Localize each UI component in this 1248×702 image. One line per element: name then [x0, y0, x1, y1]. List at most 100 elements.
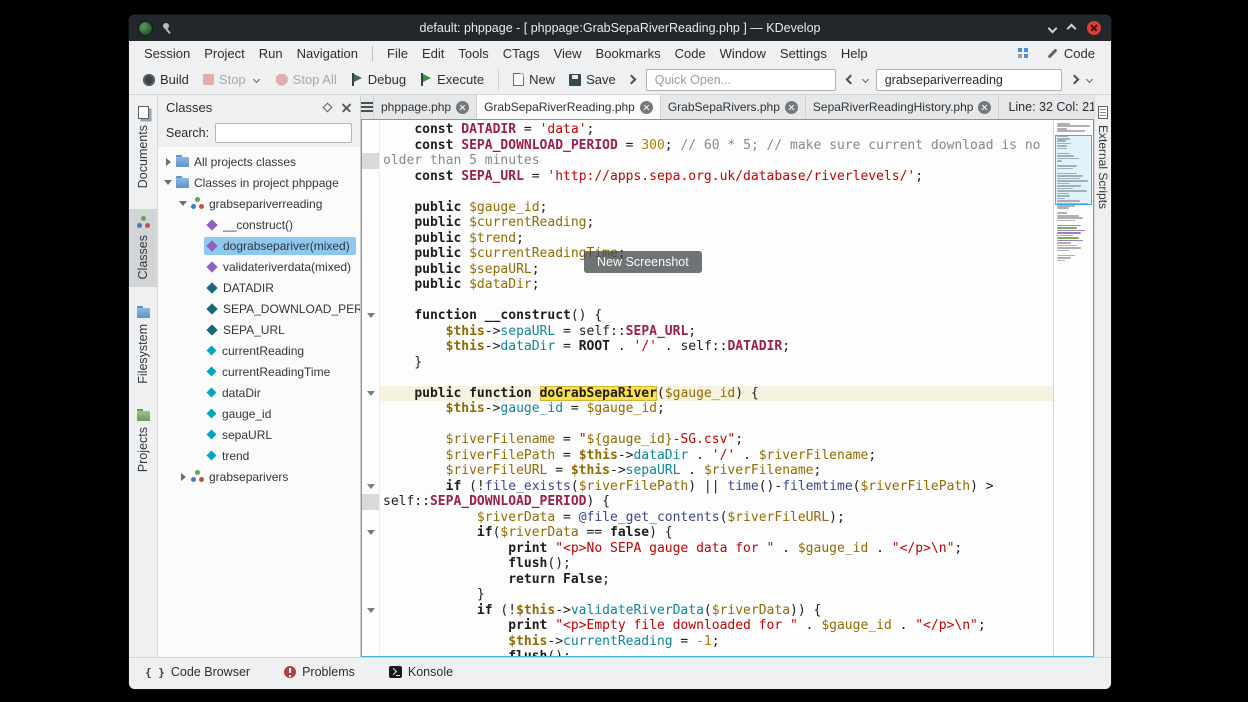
save-button[interactable]: Save [563, 69, 622, 90]
code-line[interactable]: return False; [380, 572, 1053, 588]
menu-bookmarks[interactable]: Bookmarks [589, 43, 668, 64]
stop-all-button[interactable]: Stop All [270, 69, 343, 90]
execute-button[interactable]: Execute [414, 69, 490, 90]
menu-window[interactable]: Window [713, 43, 773, 64]
toolview-button-konsole[interactable]: Konsole [385, 662, 457, 682]
tree-item-all-projects-classes[interactable]: All projects classes [158, 151, 360, 172]
code-line[interactable]: print "<p>No SEPA gauge data for " . $ga… [380, 541, 1053, 557]
tree-item-sepa-download-period[interactable]: SEPA_DOWNLOAD_PERIOD [158, 298, 360, 319]
menu-settings[interactable]: Settings [773, 43, 834, 64]
expander-collapsed-icon[interactable] [162, 158, 174, 166]
code-line[interactable] [380, 184, 1053, 200]
tree-item-dograbsepariver-mixed[interactable]: dograbsepariver(mixed) [158, 235, 360, 256]
perspective-grid-icon[interactable] [1018, 48, 1029, 59]
code-line[interactable]: print "<p>Empty file downloaded for " . … [380, 618, 1053, 634]
tree-item-sepa-url[interactable]: SEPA_URL [158, 319, 360, 340]
menu-file[interactable]: File [380, 43, 415, 64]
tab-separiverreadinghistory-php[interactable]: SepaRiverReadingHistory.php [806, 95, 1000, 119]
build-button[interactable]: Build [137, 69, 195, 90]
tab-close-icon[interactable] [456, 101, 469, 114]
tree-item-currentreadingtime[interactable]: currentReadingTime [158, 361, 360, 382]
minimap-scrollbar[interactable] [1053, 120, 1093, 656]
previous-item-button[interactable] [845, 75, 855, 85]
dock-tab-classes[interactable]: Classes [129, 209, 157, 286]
code-line[interactable]: $this->sepaURL = self::SEPA_URL; [380, 324, 1053, 340]
code-line[interactable]: $this->currentReading = -1; [380, 634, 1053, 650]
code-line[interactable] [380, 293, 1053, 309]
tree-item-gauge-id[interactable]: gauge_id [158, 403, 360, 424]
dock-tab-documents[interactable]: Documents [129, 99, 157, 195]
code-line[interactable]: const SEPA_URL = 'http://apps.sepa.org.u… [380, 169, 1053, 185]
dock-tab-projects[interactable]: Projects [129, 404, 157, 479]
dock-tab-external-scripts[interactable]: External Scripts [1095, 99, 1111, 216]
close-panel-icon[interactable] [341, 102, 352, 113]
next-dropdown-icon[interactable] [1086, 76, 1093, 83]
fold-marker[interactable] [362, 386, 379, 402]
menu-ctags[interactable]: CTags [496, 43, 547, 64]
code-line[interactable]: older than 5 minutes [380, 153, 1053, 169]
menu-edit[interactable]: Edit [415, 43, 451, 64]
debug-button[interactable]: Debug [345, 69, 412, 90]
code-line[interactable]: public function doGrabSepaRiver($gauge_i… [380, 386, 1053, 402]
code-line[interactable]: if (!$this->validateRiverData($riverData… [380, 603, 1053, 619]
shade-button-icon[interactable] [1048, 23, 1058, 33]
menu-tools[interactable]: Tools [451, 43, 495, 64]
tree-item-construct[interactable]: __construct() [158, 214, 360, 235]
tree-item-grabseparivers[interactable]: grabseparivers [158, 466, 360, 487]
tree-item-datadir[interactable]: dataDir [158, 382, 360, 403]
code-line[interactable]: $riverFilePath = $this->dataDir . '/' . … [380, 448, 1053, 464]
classes-search-input[interactable] [215, 123, 352, 143]
code-line[interactable]: $this->dataDir = ROOT . '/' . self::DATA… [380, 339, 1053, 355]
tab-phppage-php[interactable]: phppage.php [374, 95, 477, 119]
expander-collapsed-icon[interactable] [177, 473, 189, 481]
toolbar-expand-icon[interactable] [626, 75, 636, 85]
code-line[interactable]: $riverFileURL = $this->sepaURL . $riverF… [380, 463, 1053, 479]
minimap-viewport[interactable] [1055, 135, 1092, 205]
code-line[interactable]: if (!file_exists($riverFilePath) || time… [380, 479, 1053, 495]
fold-marker[interactable] [362, 479, 379, 495]
pin-icon[interactable] [161, 22, 173, 34]
tab-close-icon[interactable] [640, 101, 653, 114]
code-line[interactable]: public $dataDir; [380, 277, 1053, 293]
menu-navigation[interactable]: Navigation [290, 43, 365, 64]
menu-code[interactable]: Code [668, 43, 713, 64]
code-line[interactable]: $this->gauge_id = $gauge_id; [380, 401, 1053, 417]
menu-help[interactable]: Help [834, 43, 875, 64]
stop-button[interactable]: Stop [197, 69, 268, 90]
tree-item-validateriverdata-mixed[interactable]: validateriverdata(mixed) [158, 256, 360, 277]
tab-grabsepariverreading-php[interactable]: GrabSepaRiverReading.php [477, 95, 661, 119]
toolview-button-problems[interactable]: Problems [280, 662, 359, 682]
maximize-button-icon[interactable] [1067, 23, 1077, 33]
dock-tab-filesystem[interactable]: Filesystem [129, 301, 157, 391]
code-line[interactable]: public $currentReadingTime; [380, 246, 1053, 262]
tree-item-sepaurl[interactable]: sepaURL [158, 424, 360, 445]
code-line[interactable]: $riverFilename = "${gauge_id}-SG.csv"; [380, 432, 1053, 448]
tree-item-classes-in-project-phppage[interactable]: Classes in project phppage [158, 172, 360, 193]
new-button[interactable]: New [507, 69, 561, 90]
code-line[interactable]: public $currentReading; [380, 215, 1053, 231]
code-line[interactable]: public $gauge_id; [380, 200, 1053, 216]
code-line[interactable] [380, 370, 1053, 386]
code-line[interactable] [380, 417, 1053, 433]
tab-close-icon[interactable] [785, 101, 798, 114]
code-line[interactable]: public $trend; [380, 231, 1053, 247]
fold-marker[interactable] [362, 525, 379, 541]
code-line[interactable]: $riverData = @file_get_contents($riverFi… [380, 510, 1053, 526]
tree-item-datadir[interactable]: DATADIR [158, 277, 360, 298]
tree-item-trend[interactable]: trend [158, 445, 360, 466]
tab-close-icon[interactable] [978, 101, 991, 114]
area-switcher-button[interactable]: Code [1039, 44, 1103, 63]
fold-marker[interactable] [362, 308, 379, 324]
fold-marker[interactable] [362, 603, 379, 619]
code-line[interactable]: function __construct() { [380, 308, 1053, 324]
detach-panel-icon[interactable] [323, 102, 333, 112]
menu-project[interactable]: Project [197, 43, 251, 64]
close-button[interactable] [1087, 21, 1101, 35]
code-line[interactable]: flush(); [380, 649, 1053, 656]
next-item-button[interactable] [1069, 75, 1079, 85]
menu-session[interactable]: Session [137, 43, 197, 64]
code-line[interactable]: } [380, 355, 1053, 371]
tree-item-grabsepariverreading[interactable]: grabsepariverreading [158, 193, 360, 214]
code-line[interactable]: self::SEPA_DOWNLOAD_PERIOD) { [380, 494, 1053, 510]
document-switcher-button[interactable] [361, 95, 374, 119]
